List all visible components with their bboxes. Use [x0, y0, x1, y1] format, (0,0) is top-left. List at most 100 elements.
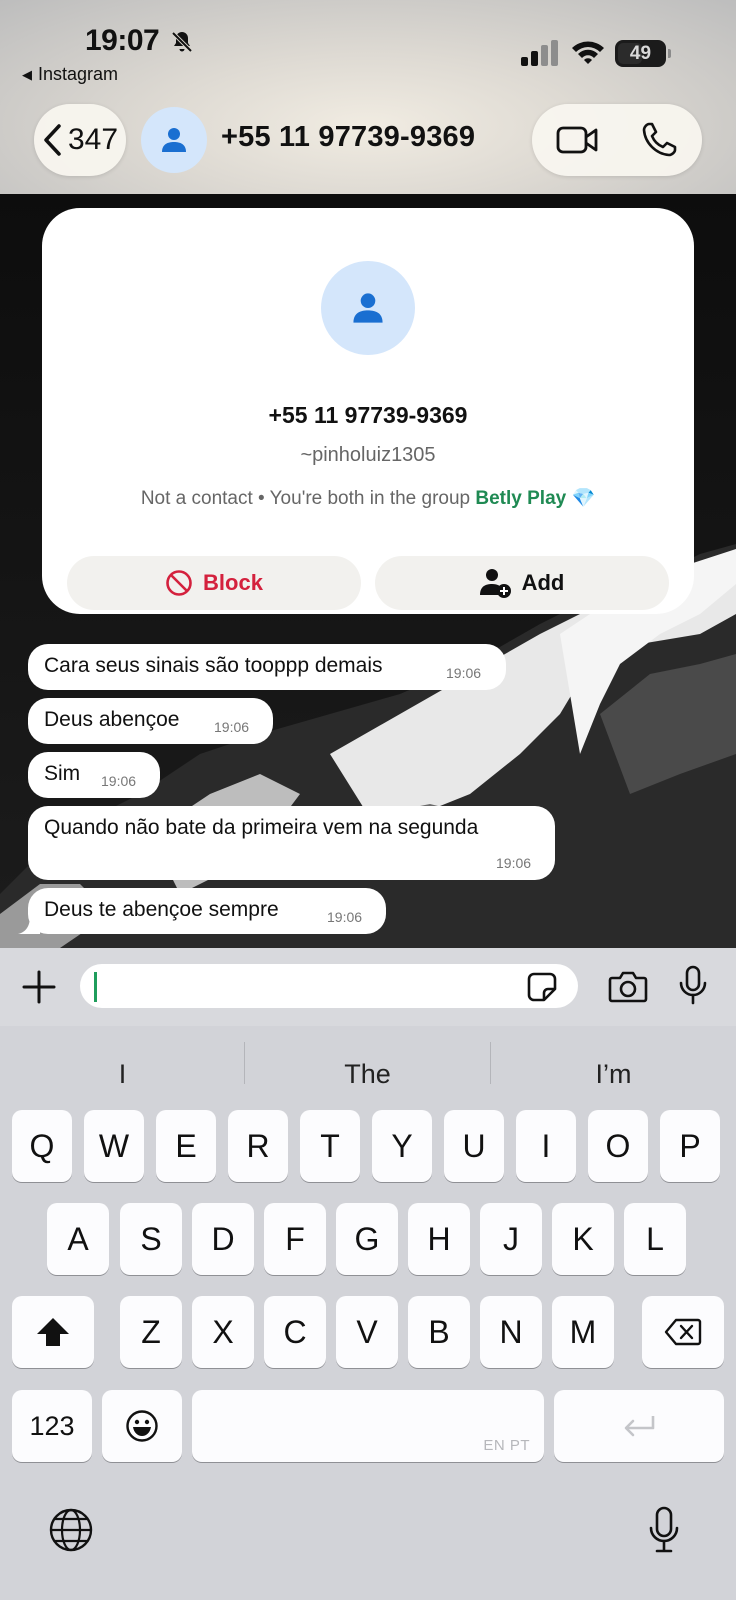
key-u[interactable]: U	[444, 1110, 504, 1182]
message-bubble[interactable]: Deus te abençoe sempre 19:06	[28, 888, 386, 934]
key-s[interactable]: S	[120, 1203, 182, 1275]
key-n[interactable]: N	[480, 1296, 542, 1368]
block-button[interactable]: Block	[67, 556, 361, 610]
numbers-label: 123	[29, 1410, 75, 1441]
contact-username: ~pinholuiz1305	[300, 444, 436, 466]
message-time: 19:06	[446, 665, 482, 681]
keyboard: I The I’m Q W E R T Y U I O P A S D F G …	[0, 1026, 736, 1600]
message-time: 19:06	[101, 773, 137, 789]
message-text: Deus abençoe	[44, 708, 180, 731]
signal-icon	[521, 40, 558, 66]
key-c[interactable]: C	[264, 1296, 326, 1368]
key-l[interactable]: L	[624, 1203, 686, 1275]
key-m[interactable]: M	[552, 1296, 614, 1368]
globe-icon[interactable]	[48, 1507, 94, 1553]
chat-header: 19:07 ◀ Instagram 49 347 +55 11 97739-93…	[0, 0, 736, 194]
chevron-left-icon	[44, 124, 61, 156]
key-v[interactable]: V	[336, 1296, 398, 1368]
key-k[interactable]: K	[552, 1203, 614, 1275]
return-key[interactable]	[554, 1390, 724, 1462]
back-triangle-icon: ◀	[22, 66, 32, 82]
suggestion[interactable]: I’m	[491, 1046, 736, 1102]
message-time: 19:06	[496, 855, 532, 871]
group-link[interactable]: Betly Play	[475, 488, 566, 509]
contact-avatar[interactable]	[141, 107, 207, 173]
call-buttons	[532, 104, 702, 176]
add-label: Add	[521, 570, 565, 595]
contact-card-avatar[interactable]	[321, 261, 415, 355]
key-r[interactable]: R	[228, 1110, 288, 1182]
back-button[interactable]: 347	[34, 104, 126, 176]
add-contact-button[interactable]: Add	[375, 556, 669, 610]
back-to-app-link[interactable]: ◀ Instagram	[22, 64, 118, 85]
emoji-key[interactable]	[102, 1390, 182, 1462]
message-composer	[0, 948, 736, 1026]
contact-number: +55 11 97739-9369	[268, 402, 468, 428]
status-time: 19:07	[85, 24, 160, 57]
back-app-label: Instagram	[38, 64, 119, 84]
key-x[interactable]: X	[192, 1296, 254, 1368]
message-time: 19:06	[327, 909, 363, 925]
message-text: Deus te abençoe sempre	[44, 898, 279, 921]
key-q[interactable]: Q	[12, 1110, 72, 1182]
space-language-label: EN PT	[483, 1437, 530, 1454]
camera-icon[interactable]	[608, 968, 648, 1004]
key-d[interactable]: D	[192, 1203, 254, 1275]
backspace-icon	[664, 1318, 702, 1346]
key-z[interactable]: Z	[120, 1296, 182, 1368]
suggestion[interactable]: I	[0, 1046, 245, 1102]
key-f[interactable]: F	[264, 1203, 326, 1275]
key-w[interactable]: W	[84, 1110, 144, 1182]
block-icon	[166, 570, 192, 596]
space-key[interactable]: EN PT	[192, 1390, 544, 1462]
dictation-microphone-icon[interactable]	[648, 1506, 680, 1554]
key-i[interactable]: I	[516, 1110, 576, 1182]
message-bubble[interactable]: Sim 19:06	[28, 752, 160, 798]
person-icon	[353, 293, 383, 323]
key-a[interactable]: A	[47, 1203, 109, 1275]
message-time: 19:06	[214, 719, 250, 735]
shift-key[interactable]	[12, 1296, 94, 1368]
unread-count: 347	[67, 123, 119, 156]
battery-level: 49	[629, 43, 652, 64]
chat-area[interactable]: +55 11 97739-9369 ~pinholuiz1305 Not a c…	[0, 194, 736, 948]
key-j[interactable]: J	[480, 1203, 542, 1275]
backspace-key[interactable]	[642, 1296, 724, 1368]
gem-emoji: 💎	[571, 488, 596, 509]
message-bubble[interactable]: Quando não bate da primeira vem na segun…	[28, 806, 555, 880]
contact-info-card: +55 11 97739-9369 ~pinholuiz1305 Not a c…	[42, 208, 694, 614]
block-label: Block	[203, 570, 263, 595]
key-h[interactable]: H	[408, 1203, 470, 1275]
key-y[interactable]: Y	[372, 1110, 432, 1182]
key-g[interactable]: G	[336, 1203, 398, 1275]
text-caret	[94, 972, 97, 1002]
add-person-icon	[479, 569, 511, 598]
key-t[interactable]: T	[300, 1110, 360, 1182]
return-icon	[624, 1416, 655, 1437]
key-o[interactable]: O	[588, 1110, 648, 1182]
message-text: Quando não bate da primeira vem na segun…	[44, 816, 479, 839]
suggestion[interactable]: The	[245, 1046, 490, 1102]
chat-title[interactable]: +55 11 97739-9369	[221, 121, 475, 154]
shift-icon	[37, 1318, 69, 1346]
phone-icon[interactable]	[640, 121, 678, 159]
message-bubble[interactable]: Deus abençoe 19:06	[28, 698, 273, 744]
message-bubble[interactable]: Cara seus sinais são tooppp demais 19:06	[28, 644, 506, 690]
wifi-icon	[572, 41, 604, 64]
video-camera-icon[interactable]	[556, 123, 598, 157]
person-icon	[162, 128, 186, 152]
battery-icon: 49	[615, 40, 671, 67]
numbers-key[interactable]: 123	[12, 1390, 92, 1462]
bell-slash-icon	[171, 31, 193, 53]
key-p[interactable]: P	[660, 1110, 720, 1182]
key-e[interactable]: E	[156, 1110, 216, 1182]
bubble-tail	[18, 916, 40, 934]
plus-icon[interactable]	[22, 970, 56, 1004]
contact-relationship: Not a contact • You're both in the group…	[42, 486, 694, 510]
sticker-icon[interactable]	[526, 971, 558, 1003]
relationship-text: Not a contact • You're both in the group	[140, 488, 476, 509]
microphone-icon[interactable]	[678, 965, 708, 1005]
key-b[interactable]: B	[408, 1296, 470, 1368]
message-input[interactable]	[80, 964, 578, 1008]
message-text: Sim	[44, 762, 81, 785]
